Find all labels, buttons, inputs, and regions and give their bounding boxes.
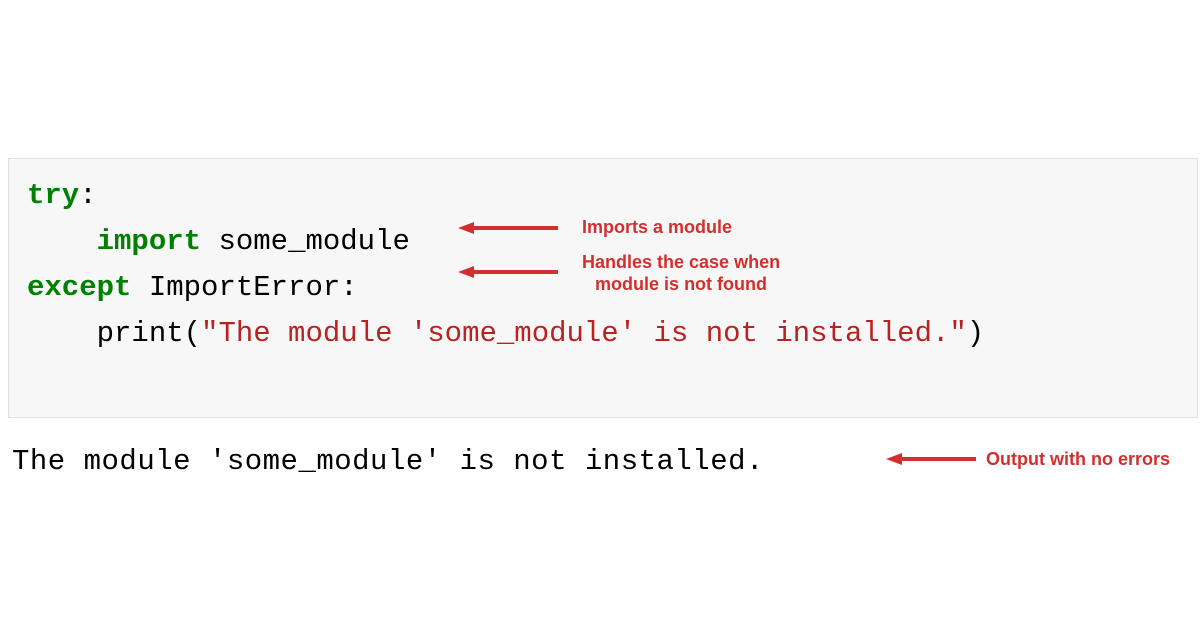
indent	[27, 317, 97, 350]
blank-line	[27, 357, 1179, 403]
error-type: ImportError:	[149, 271, 358, 304]
arrow-3	[886, 452, 976, 466]
module-name: some_module	[218, 225, 409, 258]
keyword-import: import	[97, 225, 201, 258]
output-text: The module 'some_module' is not installe…	[12, 445, 764, 478]
close-paren: )	[967, 317, 984, 350]
print-func: print(	[97, 317, 201, 350]
space	[201, 225, 218, 258]
annotation-handles-line2: module is not found	[582, 274, 780, 296]
string-literal: "The module 'some_module' is not install…	[201, 317, 967, 350]
code-line-print: print("The module 'some_module' is not i…	[27, 311, 1179, 357]
annotation-imports: Imports a module	[582, 217, 732, 239]
indent	[27, 225, 97, 258]
annotation-handles-line1: Handles the case when	[582, 252, 780, 274]
arrow-2	[458, 265, 558, 279]
annotation-handles: Handles the case when module is not foun…	[582, 252, 780, 295]
space	[131, 271, 148, 304]
arrow-1	[458, 221, 558, 235]
code-line-try: try:	[27, 173, 1179, 219]
annotation-output: Output with no errors	[986, 449, 1170, 471]
keyword-try: try	[27, 179, 79, 212]
colon: :	[79, 179, 96, 212]
keyword-except: except	[27, 271, 131, 304]
